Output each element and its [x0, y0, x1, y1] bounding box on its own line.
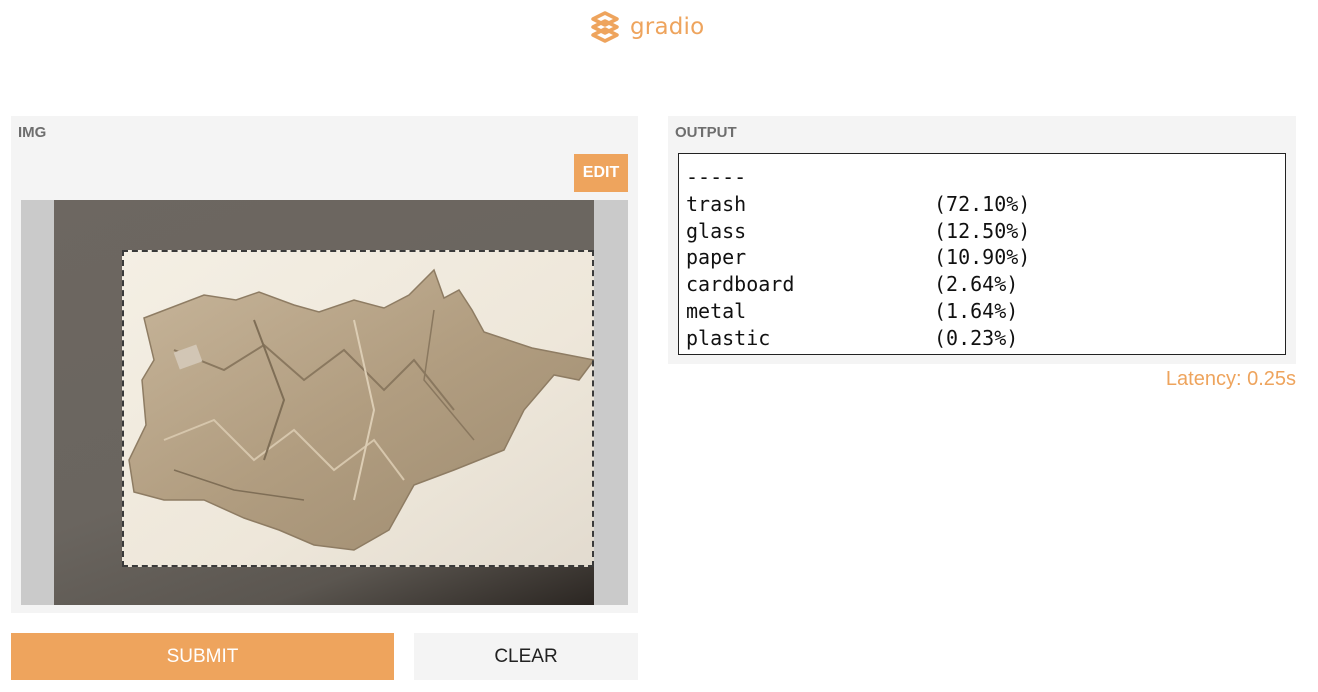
result-score: (2.64%) — [934, 272, 1019, 297]
crop-selection[interactable] — [122, 250, 594, 567]
submit-button[interactable]: SUBMIT — [11, 633, 394, 680]
output-panel: OUTPUT ----- trash (72.10%) glass (12.50… — [668, 116, 1296, 364]
output-label: OUTPUT — [675, 124, 737, 141]
edit-button[interactable]: EDIT — [574, 154, 628, 192]
result-class: cardboard — [686, 272, 795, 297]
result-class: metal — [686, 298, 747, 323]
image-input-panel: IMG EDIT — [11, 116, 638, 613]
result-score: (12.50%) — [934, 218, 1031, 243]
result-score: (1.64%) — [934, 298, 1019, 323]
gradio-logo: gradio — [588, 10, 704, 44]
clear-button[interactable]: CLEAR — [414, 633, 638, 680]
gradio-logo-icon — [591, 11, 619, 43]
result-row: trash (72.10%) — [686, 191, 1278, 218]
image-frame[interactable] — [21, 200, 628, 605]
result-row: plastic (0.23%) — [686, 325, 1278, 352]
result-class: glass — [686, 218, 747, 243]
output-textbox[interactable]: ----- trash (72.10%) glass (12.50%) pape… — [678, 153, 1286, 355]
result-class: paper — [686, 245, 747, 270]
uploaded-image — [54, 200, 594, 605]
result-row: paper (10.90%) — [686, 244, 1278, 271]
output-separator: ----- — [686, 165, 747, 189]
result-score: (10.90%) — [934, 245, 1031, 270]
result-row: cardboard (2.64%) — [686, 271, 1278, 298]
result-row: glass (12.50%) — [686, 218, 1278, 245]
result-score: (0.23%) — [934, 325, 1019, 350]
logo-text: gradio — [630, 14, 705, 40]
input-label: IMG — [18, 124, 47, 141]
result-score: (72.10%) — [934, 191, 1031, 216]
result-class: trash — [686, 191, 747, 216]
result-row: metal (1.64%) — [686, 298, 1278, 325]
latency-text: Latency: 0.25s — [1165, 368, 1296, 390]
result-class: plastic — [686, 325, 771, 350]
